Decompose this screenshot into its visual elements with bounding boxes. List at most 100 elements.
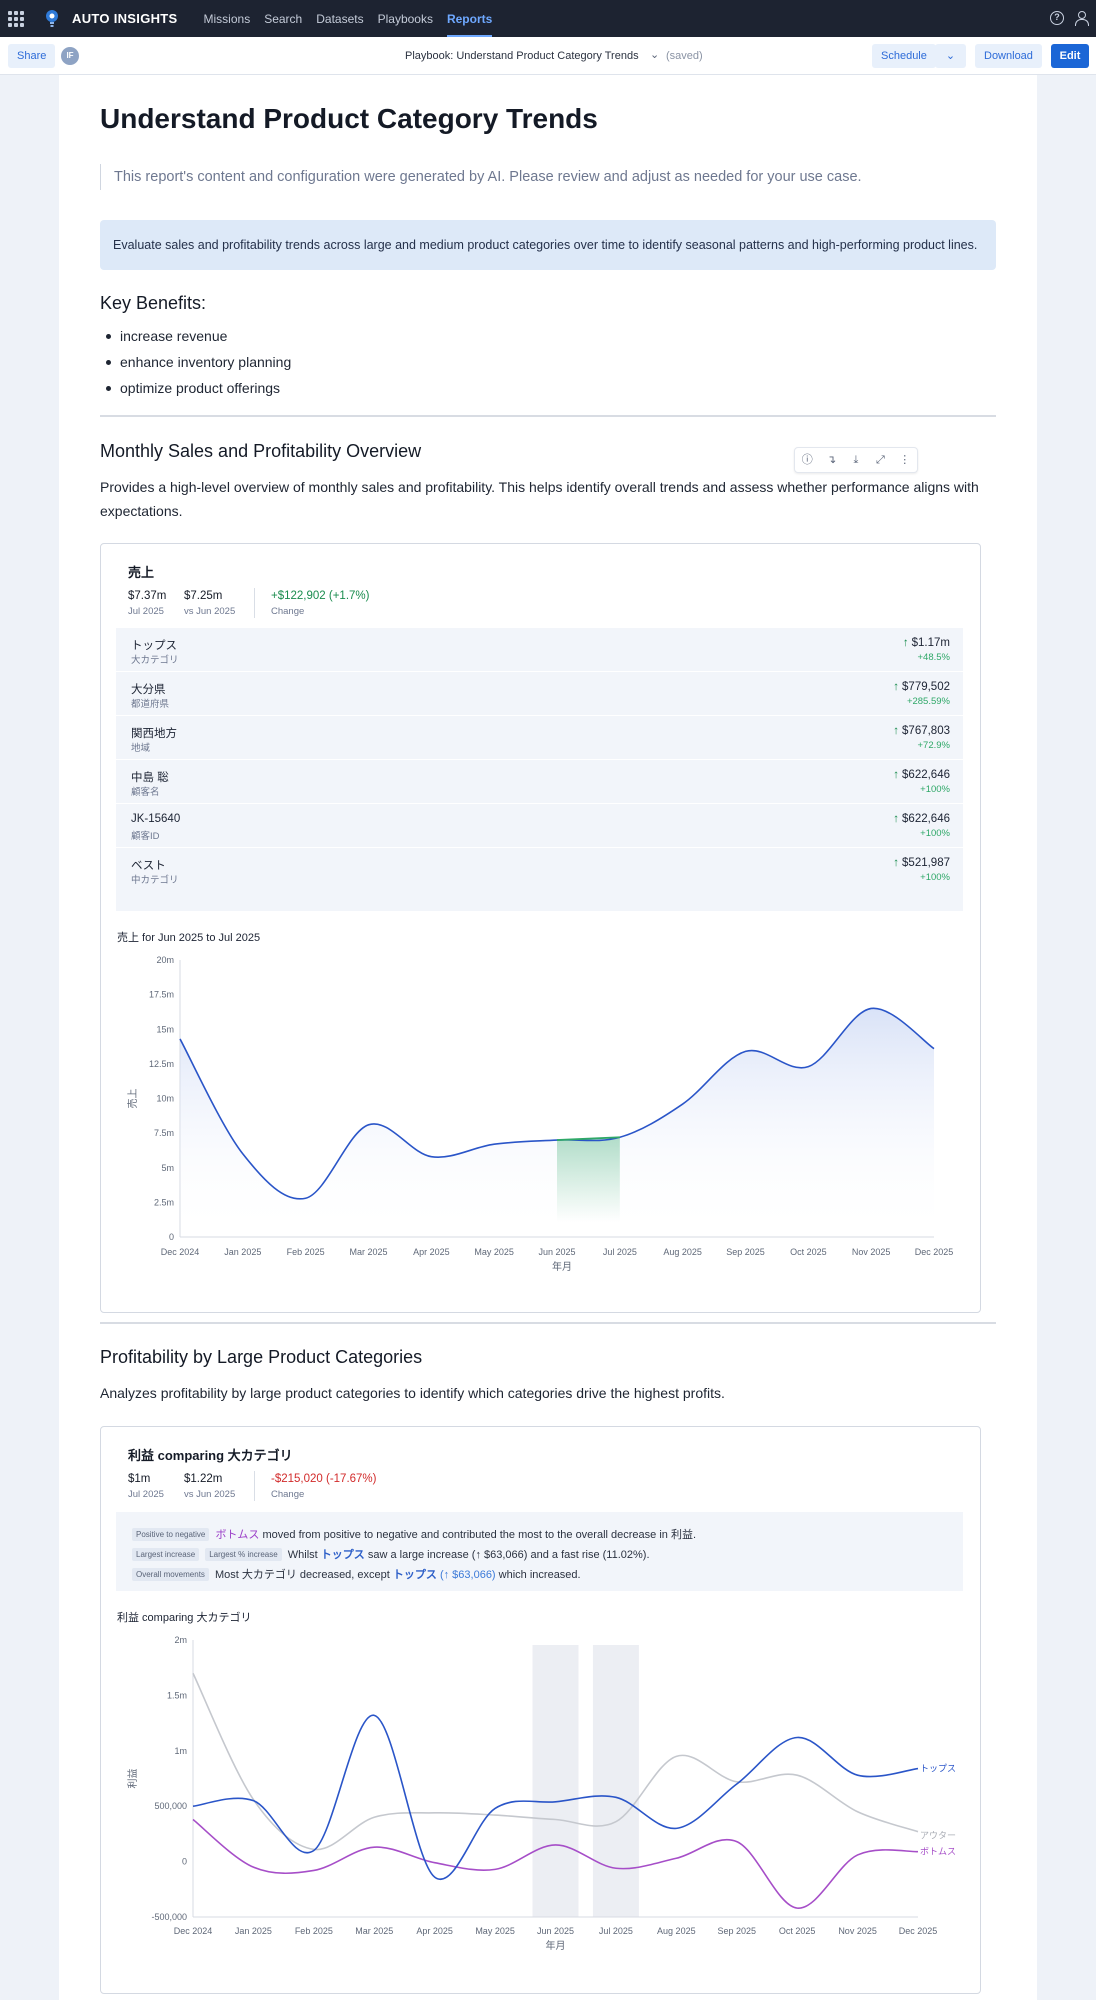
insight-tag: Positive to negative — [132, 1528, 210, 1541]
driver-name: 関西地方 — [131, 728, 177, 740]
nav-datasets[interactable]: Datasets — [316, 1, 363, 37]
app-grid-icon[interactable] — [8, 10, 24, 27]
download-button[interactable]: Download — [975, 44, 1042, 68]
section-divider — [100, 1322, 996, 1324]
driver-change: +100% — [920, 784, 950, 795]
x-tick-label: Dec 2024 — [161, 1247, 200, 1257]
expand-icon[interactable]: ⤢ — [873, 453, 887, 467]
x-tick-label: Sep 2025 — [726, 1247, 765, 1257]
x-tick-label: Dec 2025 — [899, 1926, 938, 1936]
list-item[interactable]: トップス 大カテゴリ ↑ $1.17m +48.5% — [116, 628, 963, 672]
highlight-column — [532, 1645, 579, 1917]
driver-value: ↑ $622,646 — [893, 769, 950, 781]
driver-category: 中カテゴリ — [131, 875, 179, 886]
chart-title: 利益 comparing 大カテゴリ — [117, 1612, 252, 1624]
schedule-dropdown-chevron-icon[interactable]: ⌄ — [935, 44, 966, 68]
more-menu-icon[interactable]: ⋮ — [898, 453, 912, 467]
y-tick-label: 0 — [182, 1857, 187, 1867]
entity-link[interactable]: ボトムス — [215, 1529, 259, 1541]
avatar[interactable]: IF — [61, 47, 79, 65]
insight-tag: Overall movements — [132, 1568, 209, 1581]
benefits-list: increase revenue enhance inventory plann… — [105, 326, 291, 404]
y-tick-label: 20m — [156, 955, 174, 965]
page-title: Understand Product Category Trends — [100, 103, 598, 134]
brand-name: AUTO INSIGHTS — [72, 11, 178, 26]
list-item[interactable]: 大分県 都道府県 ↑ $779,502 +285.59% — [116, 672, 963, 716]
nav-playbooks[interactable]: Playbooks — [378, 1, 433, 37]
card-title: 売上 — [128, 565, 155, 580]
arrow-up-icon: ↑ — [893, 813, 900, 825]
edit-button[interactable]: Edit — [1051, 44, 1089, 68]
y-tick-label: 1.5m — [167, 1690, 187, 1700]
nav-missions[interactable]: Missions — [204, 1, 251, 37]
driver-category: 顧客名 — [131, 787, 160, 798]
list-item[interactable]: JK-15640 顧客ID ↑ $622,646 +100% — [116, 804, 963, 848]
y-tick-label: 2m — [174, 1635, 187, 1645]
highlight-column — [592, 1645, 639, 1917]
list-item[interactable]: 関西地方 地域 ↑ $767,803 +72.9% — [116, 716, 963, 760]
x-tick-label: Jan 2025 — [235, 1926, 272, 1936]
x-tick-label: Jan 2025 — [224, 1247, 261, 1257]
profit-chart: -500,000 0 500,000 1m 1.5m 2m トップスアウターボトムス Dec … — [126, 1635, 956, 1952]
change-value: +$122,902 (+1.7%) — [271, 590, 370, 602]
section-description: Analyzes profitability by large product … — [100, 1385, 725, 1401]
series-label: ボトムス — [920, 1847, 956, 1857]
user-icon[interactable] — [1074, 11, 1089, 26]
x-tick-label: Mar 2025 — [349, 1247, 387, 1257]
x-tick-label: May 2025 — [474, 1247, 514, 1257]
lightbulb-logo-icon — [46, 9, 58, 27]
y-tick-label: 500,000 — [154, 1801, 187, 1811]
x-tick-label: Mar 2025 — [355, 1926, 393, 1936]
x-tick-label: Nov 2025 — [852, 1247, 891, 1257]
driver-change: +285.59% — [906, 696, 950, 707]
download-icon[interactable]: ⤓ — [849, 453, 863, 467]
share-button[interactable]: Share — [8, 44, 56, 68]
kpi-divider — [254, 588, 255, 618]
x-tick-label: Dec 2024 — [174, 1926, 213, 1936]
y-tick-label: 17.5m — [149, 990, 174, 1000]
list-item[interactable]: 中島 聡 顧客名 ↑ $622,646 +100% — [116, 760, 963, 804]
current-label: Jul 2025 — [128, 1489, 164, 1500]
x-tick-label: Feb 2025 — [295, 1926, 333, 1936]
driver-change: +100% — [920, 872, 950, 883]
nav-reports[interactable]: Reports — [446, 1, 493, 37]
driver-name: トップス — [131, 640, 177, 652]
drivers-list: トップス 大カテゴリ ↑ $1.17m +48.5% 大分県 都道府県 ↑ $779… — [116, 628, 963, 911]
benefits-heading: Key Benefits: — [100, 293, 207, 313]
insight-line: Positive to negative ボトムス moved from pos… — [132, 1526, 696, 1542]
insight-line: Overall movements Most 大カテゴリ decreased, … — [132, 1566, 581, 1582]
entity-link[interactable]: トップス — [393, 1569, 437, 1581]
previous-value: $1.22m — [184, 1473, 223, 1485]
list-item: increase revenue — [105, 326, 291, 352]
nav-search[interactable]: Search — [264, 1, 302, 37]
entity-link[interactable]: トップス — [321, 1549, 365, 1561]
card-title: 利益 comparing 大カテゴリ — [128, 1448, 293, 1463]
current-value: $1m — [128, 1473, 151, 1485]
drill-down-icon[interactable]: ↴ — [825, 453, 839, 467]
x-tick-label: Apr 2025 — [413, 1247, 450, 1257]
series-label: トップス — [920, 1764, 956, 1774]
kpi-divider — [254, 1471, 255, 1501]
x-tick-label: Jul 2025 — [603, 1247, 637, 1257]
driver-change: +100% — [920, 828, 950, 839]
y-tick-label: 7.5m — [154, 1128, 174, 1138]
current-label: Jul 2025 — [128, 606, 164, 617]
list-item: enhance inventory planning — [105, 352, 291, 378]
section-heading: Monthly Sales and Profitability Overview — [100, 441, 422, 461]
driver-name: JK-15640 — [131, 813, 181, 825]
playbook-title[interactable]: Playbook: Understand Product Category Tr… — [405, 50, 639, 62]
y-tick-label: 10m — [156, 1094, 174, 1104]
list-item[interactable]: ベスト 中カテゴリ ↑ $521,987 +100% — [116, 848, 963, 892]
x-tick-label: Sep 2025 — [717, 1926, 756, 1936]
x-tick-label: Jun 2025 — [537, 1926, 574, 1936]
series-label: アウター — [920, 1831, 956, 1841]
chart-title: 売上 for Jun 2025 to Jul 2025 — [117, 932, 261, 944]
schedule-button[interactable]: Schedule — [872, 44, 936, 68]
help-circle-icon[interactable]: ? — [1050, 11, 1064, 25]
y-tick-label: 0 — [169, 1232, 174, 1242]
arrow-up-icon: ↑ — [893, 857, 900, 869]
chevron-down-icon[interactable]: ⌄ — [650, 48, 659, 61]
previous-value: $7.25m — [184, 590, 223, 602]
insights-panel: Positive to negative ボトムス moved from pos… — [116, 1512, 963, 1591]
info-icon[interactable]: ⓘ — [800, 453, 814, 467]
